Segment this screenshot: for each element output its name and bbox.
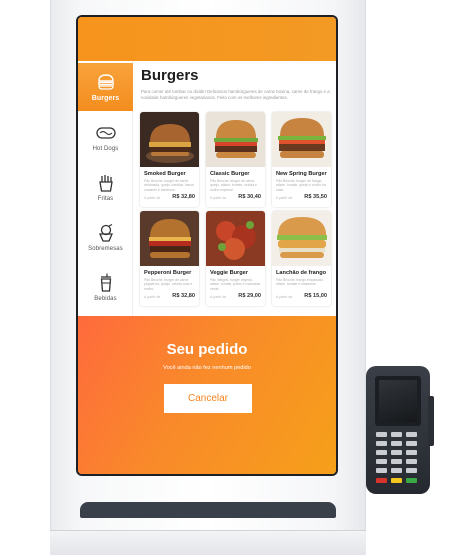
order-empty-message: Você ainda não fez nenhum pedido bbox=[163, 365, 251, 371]
product-card-classic-burger[interactable]: Classic Burger Pão Brioche, burger de ca… bbox=[206, 112, 265, 207]
product-card-pepperoni-burger[interactable]: Pepperoni Burger Pão Brioche, burger de … bbox=[140, 211, 199, 306]
product-price: R$ 15,00 bbox=[304, 293, 327, 299]
product-name: New Spring Burger bbox=[276, 171, 327, 177]
price-prefix: A partir de bbox=[210, 196, 227, 200]
product-photo bbox=[140, 211, 199, 266]
menu-content: Burgers Para comer até tombar ou dividir… bbox=[140, 61, 336, 316]
product-price: R$ 32,80 bbox=[172, 293, 195, 299]
product-name: Smoked Burger bbox=[144, 171, 186, 177]
product-card-veggie-burger[interactable]: Veggie Burger Pão integral, burger veget… bbox=[206, 211, 265, 306]
category-sidebar: Burgers Hot Dogs Fritas Sobremesas Bebid… bbox=[78, 61, 133, 316]
page-title: Burgers bbox=[141, 67, 199, 84]
card-terminal bbox=[366, 366, 434, 494]
category-fritas[interactable]: Fritas bbox=[78, 163, 133, 211]
product-name: Pepperoni Burger bbox=[144, 270, 192, 276]
order-panel: Seu pedido Você ainda não fez nenhum ped… bbox=[78, 316, 336, 474]
top-banner bbox=[78, 17, 336, 61]
category-bebidas[interactable]: Bebidas bbox=[78, 263, 133, 311]
product-description: Pão Brioche, burger de carne, pepperoni,… bbox=[144, 278, 193, 291]
terminal-display bbox=[375, 376, 421, 426]
drink-icon bbox=[96, 273, 116, 293]
product-photo bbox=[272, 211, 331, 266]
product-description: Pão integral, burger vegetal, alface, to… bbox=[210, 278, 261, 291]
order-title: Seu pedido bbox=[166, 341, 248, 358]
ice-cream-icon bbox=[96, 223, 116, 243]
price-prefix: A partir de bbox=[144, 295, 161, 299]
card-slot bbox=[428, 396, 434, 446]
price-prefix: A partir de bbox=[276, 196, 293, 200]
category-label: Fritas bbox=[97, 195, 114, 202]
product-name: Classic Burger bbox=[210, 171, 250, 177]
category-sobremesas[interactable]: Sobremesas bbox=[78, 213, 133, 261]
price-prefix: A partir de bbox=[210, 295, 227, 299]
price-prefix: A partir de bbox=[276, 295, 293, 299]
fries-icon bbox=[96, 173, 116, 193]
category-burgers[interactable]: Burgers bbox=[78, 63, 133, 111]
product-photo bbox=[206, 112, 265, 167]
product-photo bbox=[272, 112, 331, 167]
product-photo bbox=[206, 211, 265, 266]
hot-dog-icon bbox=[95, 123, 116, 143]
screen-display: Burgers Hot Dogs Fritas Sobremesas Bebid… bbox=[78, 17, 336, 474]
product-card-smoked-burger[interactable]: Smoked Burger Pão Brioche, burger de car… bbox=[140, 112, 199, 207]
burger-icon bbox=[96, 72, 116, 92]
product-price: R$ 35,50 bbox=[304, 194, 327, 200]
category-hot-dogs[interactable]: Hot Dogs bbox=[78, 113, 133, 161]
category-label: Burgers bbox=[91, 95, 120, 102]
product-description: Pão Brioche, burger de frango, alface, t… bbox=[276, 179, 326, 192]
kiosk-scene: Burgers Hot Dogs Fritas Sobremesas Bebid… bbox=[0, 0, 456, 555]
cancel-button[interactable]: Cancelar bbox=[164, 384, 252, 413]
category-label: Hot Dogs bbox=[92, 145, 119, 152]
kiosk-base bbox=[50, 530, 366, 555]
category-label: Bebidas bbox=[94, 295, 117, 302]
product-photo bbox=[140, 112, 199, 167]
product-name: Lanchão de frango bbox=[276, 270, 327, 276]
category-label: Sobremesas bbox=[88, 245, 123, 252]
product-description: Pão Brioche, burger de carne, queijo, al… bbox=[210, 179, 257, 192]
product-name: Veggie Burger bbox=[210, 270, 248, 276]
product-card-lanchao-de-frango[interactable]: Lanchão de frango Pão Brioche, frango em… bbox=[272, 211, 331, 306]
product-card-new-spring-burger[interactable]: New Spring Burger Pão Brioche, burger de… bbox=[272, 112, 331, 207]
category-description: Para comer até tombar ou dividir! Delici… bbox=[141, 89, 330, 100]
product-description: Pão Brioche, frango empanado, alface, to… bbox=[276, 278, 324, 287]
receipt-slot bbox=[80, 502, 336, 518]
price-prefix: A partir de bbox=[144, 196, 161, 200]
menu-area: Burgers Hot Dogs Fritas Sobremesas Bebid… bbox=[78, 61, 336, 316]
product-price: R$ 30,40 bbox=[238, 194, 261, 200]
product-description: Pão Brioche, burger de carne defumada, q… bbox=[144, 179, 195, 192]
product-price: R$ 32,80 bbox=[172, 194, 195, 200]
product-price: R$ 29,00 bbox=[238, 293, 261, 299]
kiosk-screen: Burgers Hot Dogs Fritas Sobremesas Bebid… bbox=[76, 15, 338, 476]
